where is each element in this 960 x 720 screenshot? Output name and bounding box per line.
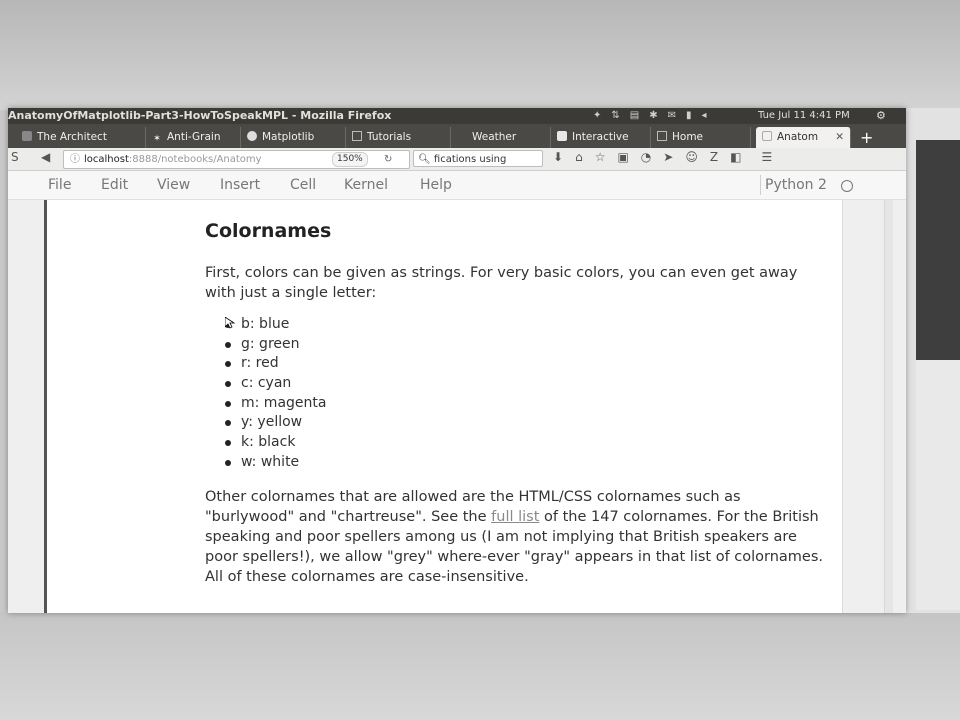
- kernel-idle-icon: [841, 180, 853, 192]
- title-bar: AnatomyOfMatplotlib-Part3-HowToSpeakMPL …: [8, 108, 906, 124]
- dropbox-icon[interactable]: ✦: [593, 108, 601, 124]
- list-item: k: black: [205, 433, 326, 453]
- url-bar[interactable]: ⓘ localhost:8888/notebooks/Anatomy 150% ↻: [63, 150, 410, 169]
- secondary-window-edge: [916, 140, 960, 360]
- matplotlib-icon: [247, 131, 257, 141]
- tab-anti-grain[interactable]: ✶ Anti-Grain: [146, 127, 241, 148]
- vertical-scrollbar[interactable]: [884, 200, 893, 613]
- sidebar-toggle-icon[interactable]: S: [11, 150, 19, 164]
- list-item: c: cyan: [205, 374, 326, 394]
- tab-bar: The Architect ✶ Anti-Grain Matplotlib Tut…: [8, 124, 906, 148]
- info-icon[interactable]: ⓘ: [70, 154, 80, 165]
- tab-anatomy-active[interactable]: Anatom ✕: [756, 127, 851, 148]
- battery-icon[interactable]: ▮: [686, 108, 692, 124]
- menu-insert[interactable]: Insert: [220, 177, 260, 193]
- menu-help[interactable]: Help: [420, 177, 452, 193]
- search-input[interactable]: 🔍︎ fications using: [413, 150, 543, 167]
- page-icon: [22, 131, 32, 141]
- system-tray: ✦ ⇅ ▤ ✱ ✉ ▮ ◂: [593, 108, 707, 124]
- section-heading: Colornames: [205, 220, 332, 242]
- notebook-page: Colornames First, colors can be given as…: [8, 200, 906, 613]
- menu-kernel[interactable]: Kernel: [344, 177, 388, 193]
- reload-icon[interactable]: ↻: [384, 151, 392, 168]
- toolbar-icons: ⬇ ⌂ ☆ ▣ ◔ ➤ ☺ Z ◧ ☰: [553, 150, 772, 164]
- zotero-icon[interactable]: Z: [710, 150, 718, 164]
- background-bottom: [0, 612, 960, 720]
- window-title: AnatomyOfMatplotlib-Part3-HowToSpeakMPL …: [8, 109, 392, 122]
- new-tab-button[interactable]: +: [860, 127, 873, 148]
- mouse-cursor-icon: [225, 317, 235, 329]
- intro-paragraph: First, colors can be given as strings. F…: [205, 265, 798, 301]
- tab-the-architecture[interactable]: The Architect: [16, 127, 146, 148]
- mail-icon[interactable]: ✉: [668, 108, 676, 124]
- notebook-icon: [557, 131, 567, 141]
- secondary-window-edge-light: [916, 360, 960, 610]
- background-top: [0, 0, 960, 110]
- bluetooth-icon[interactable]: ✱: [649, 108, 657, 124]
- markdown-cell[interactable]: Colornames First, colors can be given as…: [44, 200, 843, 613]
- navigation-bar: S ◀ ⓘ localhost:8888/notebooks/Anatomy 15…: [8, 148, 906, 171]
- star-icon: ✶: [153, 134, 161, 144]
- notebook-menu-bar: File Edit View Insert Cell Kernel Help P…: [8, 171, 906, 200]
- tab-home[interactable]: Home: [651, 127, 751, 148]
- page-icon: [352, 131, 362, 141]
- gear-icon[interactable]: ⚙: [876, 108, 886, 124]
- send-icon[interactable]: ➤: [663, 150, 673, 164]
- close-tab-icon[interactable]: ✕: [835, 127, 844, 148]
- list-item: r: red: [205, 354, 326, 374]
- firefox-window: AnatomyOfMatplotlib-Part3-HowToSpeakMPL …: [8, 108, 906, 613]
- menu-cell[interactable]: Cell: [290, 177, 316, 193]
- menu-icon[interactable]: ☰: [761, 150, 772, 164]
- back-arrow-icon[interactable]: ◀: [41, 150, 50, 164]
- zoom-indicator[interactable]: 150%: [332, 152, 368, 167]
- menu-edit[interactable]: Edit: [101, 177, 128, 193]
- clock[interactable]: Tue Jul 11 4:41 PM: [758, 108, 850, 124]
- list-item: m: magenta: [205, 394, 326, 414]
- full-list-link[interactable]: full list: [491, 509, 539, 525]
- volume-icon[interactable]: ◂: [702, 108, 707, 124]
- tab-tutorials[interactable]: Tutorials: [346, 127, 451, 148]
- home-icon[interactable]: ⌂: [575, 150, 583, 164]
- download-icon[interactable]: ⬇: [553, 150, 563, 164]
- extension-icon[interactable]: ◧: [730, 150, 741, 164]
- menu-view[interactable]: View: [157, 177, 190, 193]
- notebook-icon: [762, 131, 772, 141]
- tab-interactive[interactable]: Interactive: [551, 127, 651, 148]
- network-icon[interactable]: ⇅: [611, 108, 619, 124]
- clipboard-icon[interactable]: ▣: [617, 150, 628, 164]
- bookmark-star-icon[interactable]: ☆: [595, 150, 606, 164]
- keyboard-icon[interactable]: ▤: [630, 108, 639, 124]
- smiley-icon[interactable]: ☺: [685, 150, 698, 164]
- list-item: y: yellow: [205, 413, 326, 433]
- search-icon: 🔍︎: [418, 154, 431, 165]
- color-list: b: blue g: green r: red c: cyan m: magen…: [205, 315, 326, 473]
- page-icon: [657, 131, 667, 141]
- menu-file[interactable]: File: [48, 177, 71, 193]
- colornames-paragraph: Other colornames that are allowed are th…: [205, 489, 824, 585]
- pocket-icon[interactable]: ◔: [641, 150, 651, 164]
- tab-matplotlib[interactable]: Matplotlib: [241, 127, 346, 148]
- cloud-icon: [457, 131, 467, 141]
- tab-weather[interactable]: Weather: [451, 127, 551, 148]
- list-item: w: white: [205, 453, 326, 473]
- list-item: b: blue: [205, 315, 326, 335]
- list-item: g: green: [205, 335, 326, 355]
